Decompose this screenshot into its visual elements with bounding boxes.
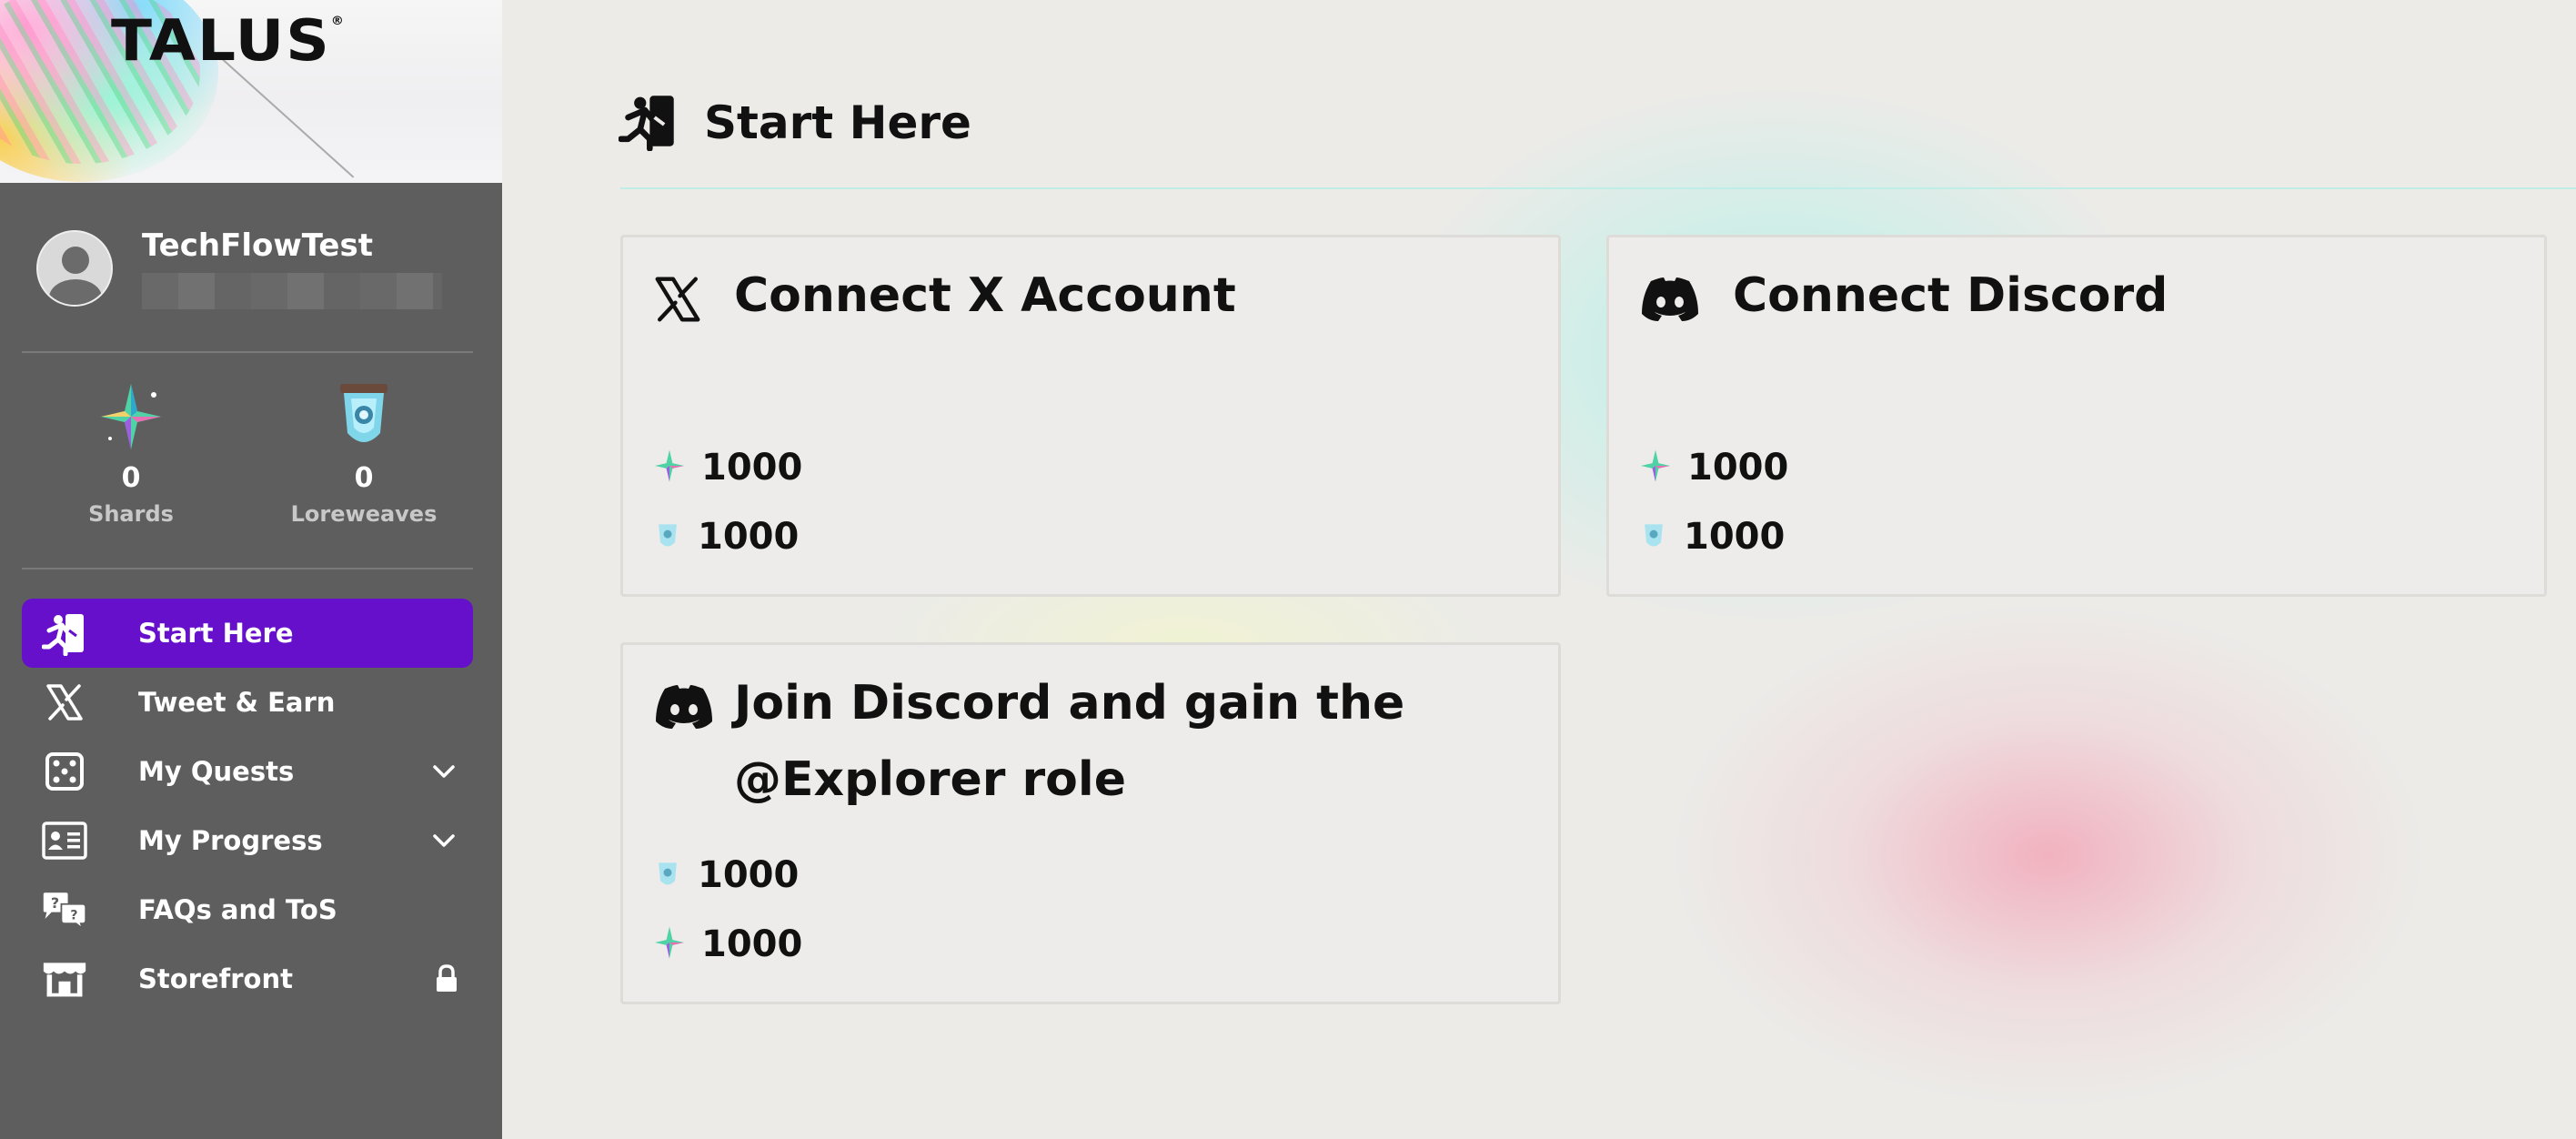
nav-label: Start Here [138, 618, 294, 649]
chevron-down-icon[interactable] [431, 828, 457, 860]
loreweaves-label: Loreweaves [290, 501, 438, 527]
reward-value: 1000 [698, 854, 800, 896]
nav-label: FAQs and ToS [138, 894, 337, 925]
stats-divider [22, 568, 473, 570]
app-root: TALUS® TechFlowTest 0 Shards 0 Loreweave… [0, 0, 2576, 1139]
stat-loreweaves: 0 Loreweaves [255, 380, 473, 527]
running-exit-icon [618, 91, 679, 155]
nav-label: My Quests [138, 756, 295, 787]
nav-item-tweet-earn[interactable]: Tweet & Earn [22, 668, 473, 737]
shards-value: 0 [121, 462, 141, 494]
reward-loreweave: 1000 [1640, 516, 1785, 558]
reward-loreweave: 1000 [654, 854, 799, 896]
nav-item-faqs-tos[interactable]: ? ? FAQs and ToS [22, 875, 473, 944]
card-title: Connect Discord [1733, 268, 2168, 323]
card-title: Join Discord and gain the @Explorer role [734, 665, 1404, 818]
loreweave-icon [654, 858, 681, 892]
reward-loreweave: 1000 [654, 516, 799, 558]
svg-text:?: ? [70, 909, 77, 923]
main-content: Start Here Connect X Account 1000 1000 C… [502, 0, 2576, 1139]
redacted-user-detail [142, 273, 442, 309]
shard-icon [1640, 449, 1671, 487]
loreweave-icon [255, 380, 473, 453]
reward-value: 1000 [1684, 516, 1786, 558]
card-title-line: Join Discord and gain the [734, 676, 1405, 731]
brand-logo[interactable]: TALUS® [111, 7, 346, 74]
store-icon [42, 956, 87, 1002]
nav-item-my-quests[interactable]: My Quests [22, 737, 473, 806]
nav-label: Storefront [138, 963, 293, 994]
reward-shard: 1000 [654, 923, 802, 965]
svg-text:?: ? [51, 894, 59, 912]
page-header: Start Here [618, 91, 971, 155]
nav-item-start-here[interactable]: Start Here [22, 599, 473, 668]
trademark-symbol: ® [330, 14, 346, 28]
page-title: Start Here [704, 96, 971, 149]
id-card-icon [42, 818, 87, 863]
dice-icon [42, 749, 87, 794]
nav-item-my-progress[interactable]: My Progress [22, 806, 473, 875]
reward-value: 1000 [701, 923, 803, 965]
stat-shards: 0 Shards [22, 380, 240, 527]
discord-icon [654, 683, 714, 734]
loreweave-icon [654, 519, 681, 554]
nav-label: My Progress [138, 825, 323, 856]
shard-icon [654, 449, 685, 487]
chevron-down-icon[interactable] [431, 759, 457, 791]
logo-area: TALUS® [0, 0, 502, 183]
username: TechFlowTest [142, 227, 373, 264]
quest-card-join-discord[interactable]: Join Discord and gain the @Explorer role… [620, 642, 1561, 1004]
shard-icon [654, 925, 685, 963]
sidebar-nav: Start Here Tweet & Earn My Quests My Pro… [22, 599, 473, 1013]
profile-divider [22, 351, 473, 353]
loreweaves-value: 0 [354, 462, 374, 494]
reward-value: 1000 [1687, 447, 1789, 489]
loreweave-icon [1640, 519, 1667, 554]
reward-shard: 1000 [654, 447, 802, 489]
background-glow [1639, 582, 2458, 1128]
card-title-line: @Explorer role [734, 752, 1126, 807]
x-logo-icon [42, 680, 87, 725]
title-divider [620, 187, 2576, 189]
x-logo-icon [654, 276, 701, 327]
avatar[interactable] [36, 230, 113, 307]
user-profile: TechFlowTest [36, 227, 442, 309]
reward-value: 1000 [698, 516, 800, 558]
shard-icon [22, 380, 240, 453]
question-bubbles-icon: ? ? [42, 887, 87, 932]
running-exit-icon [42, 610, 87, 656]
user-stats: 0 Shards 0 Loreweaves [0, 380, 502, 544]
lock-icon [433, 964, 460, 1000]
quest-card-connect-x[interactable]: Connect X Account 1000 1000 [620, 235, 1561, 597]
nav-item-storefront[interactable]: Storefront [22, 944, 473, 1013]
discord-icon [1640, 276, 1700, 327]
sidebar: TALUS® TechFlowTest 0 Shards 0 Loreweave… [0, 0, 502, 1139]
quest-card-connect-discord[interactable]: Connect Discord 1000 1000 [1606, 235, 2547, 597]
shards-label: Shards [88, 501, 174, 527]
nav-label: Tweet & Earn [138, 687, 336, 718]
brand-logo-text: TALUS [111, 6, 331, 75]
card-title: Connect X Account [734, 268, 1236, 323]
reward-value: 1000 [701, 447, 803, 489]
reward-shard: 1000 [1640, 447, 1788, 489]
